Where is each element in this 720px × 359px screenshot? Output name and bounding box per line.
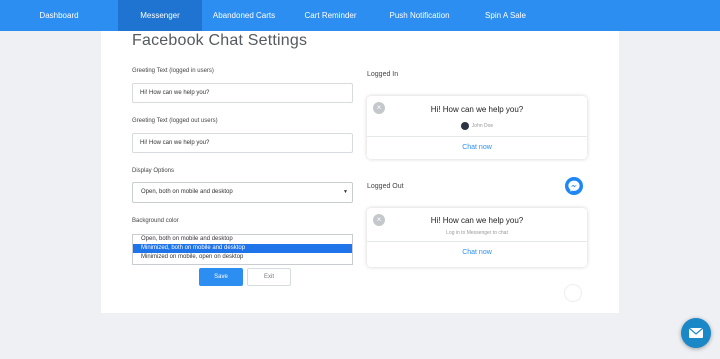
background-color-listbox[interactable]: Open, both on mobile and desktop Minimiz… [132,234,353,265]
divider [367,241,587,242]
faded-circle-icon [564,284,582,302]
background-option[interactable]: Open, both on mobile and desktop [133,235,352,244]
display-options-label: Display Options [132,168,175,174]
logged-out-greeting: Hi! How can we help you? [430,216,524,225]
logged-out-preview-card: × Hi! How can we help you? Log in to Mes… [367,208,587,267]
greeting-logged-out-input[interactable]: Hi! How can we help you? [132,133,353,153]
nav-tab-spin-a-sale[interactable]: Spin A Sale [464,0,547,31]
greeting-logged-out-label: Greeting Text (logged out users) [132,118,218,124]
nav-tab-cart-reminder[interactable]: Cart Reminder [286,0,375,31]
chat-fab-button[interactable] [681,318,711,348]
page-title: Facebook Chat Settings [132,32,308,49]
logged-in-preview-card: × Hi! How can we help you? John Doe Chat… [367,96,587,159]
logged-in-username: John Doe [471,123,494,129]
background-color-label: Background color [132,218,179,224]
logged-in-greeting: Hi! How can we help you? [430,105,524,114]
display-options-value: Open, both on mobile and desktop [141,189,233,195]
messenger-glyph [568,180,580,192]
exit-button[interactable]: Exit [247,268,291,286]
background-option[interactable]: Minimized on mobile, open on desktop [133,253,352,262]
display-options-select[interactable]: Open, both on mobile and desktop ▼ [132,182,353,203]
nav-tab-messenger[interactable]: Messenger [118,0,202,31]
logged-out-subtext: Log in to Messenger to chat [446,230,508,236]
envelope-icon [688,327,704,338]
logged-in-chat-now-link[interactable]: Chat now [367,144,587,151]
greeting-logged-in-input[interactable]: Hi! How can we help you? [132,83,353,103]
greeting-logged-in-label: Greeting Text (logged in users) [132,68,214,74]
nav-tab-abandoned-carts[interactable]: Abandoned Carts [202,0,286,31]
nav-tab-dashboard[interactable]: Dashboard [0,0,118,31]
top-nav: Dashboard Messenger Abandoned Carts Cart… [0,0,720,31]
logged-in-user: John Doe [367,122,587,130]
logged-out-chat-now-link[interactable]: Chat now [367,249,587,256]
avatar [460,122,469,130]
divider [367,136,587,137]
logged-in-heading: Logged In [367,71,399,78]
messenger-icon[interactable] [565,177,583,195]
caret-down-icon: ▼ [343,189,348,195]
logged-out-heading: Logged Out [367,183,404,190]
background-option-selected[interactable]: Minimized, both on mobile and desktop [133,244,352,253]
nav-tab-push-notification[interactable]: Push Notification [375,0,464,31]
save-button[interactable]: Save [199,268,243,286]
